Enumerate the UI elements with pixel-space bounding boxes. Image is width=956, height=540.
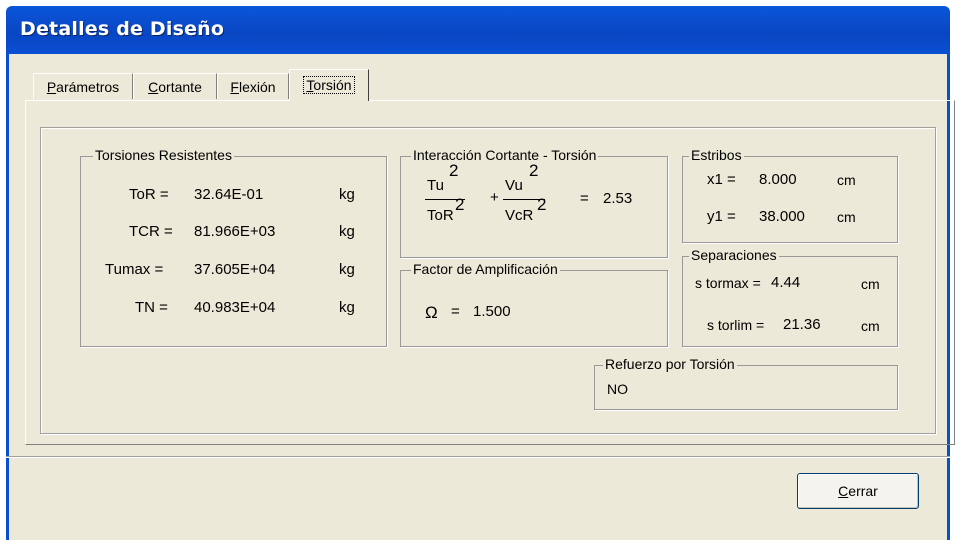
tab-label: lexión	[238, 79, 276, 95]
group-title: Interacción Cortante - Torsión	[411, 147, 599, 163]
tor-value: 32.64E-01	[194, 186, 264, 203]
s-tormax-value: 4.44	[771, 274, 801, 291]
tab-mnemonic: C	[148, 79, 159, 95]
tcr-label: TCR =	[129, 223, 173, 240]
s-torlim-unit: cm	[861, 318, 880, 334]
s-torlim-value: 21.36	[783, 316, 821, 333]
tab-label-focus: Torsión	[303, 76, 355, 94]
tcr-unit: kg	[339, 223, 355, 240]
tab-cortante[interactable]: Cortante	[133, 73, 217, 99]
button-label: errar	[848, 483, 878, 499]
title-bar[interactable]: Detalles de Diseño	[6, 6, 950, 54]
tumax-unit: kg	[339, 261, 355, 278]
tab-flexion[interactable]: Flexión	[217, 73, 289, 99]
s-torlim-label: s torlim =	[707, 317, 765, 333]
tn-label: TN =	[135, 299, 168, 316]
tab-mnemonic: P	[46, 79, 57, 95]
tab-parametros[interactable]: Parámetros	[33, 73, 133, 99]
tab-mnemonic: F	[230, 79, 239, 95]
group-title: Factor de Amplificación	[411, 261, 560, 277]
refuerzo-group: Refuerzo por Torsión NO	[594, 356, 898, 410]
formula-den1: ToR	[427, 207, 454, 224]
s-tormax-unit: cm	[861, 276, 880, 292]
y1-value: 38.000	[759, 208, 805, 225]
group-title: Refuerzo por Torsión	[603, 356, 737, 372]
y1-unit: cm	[837, 209, 856, 225]
factor-equals: =	[451, 303, 460, 320]
x1-unit: cm	[837, 172, 856, 188]
formula-num1: Tu	[427, 177, 444, 194]
tab-torsion[interactable]: Torsión	[289, 69, 369, 101]
tor-label: ToR =	[129, 186, 169, 203]
formula-exp1: 2	[449, 161, 459, 180]
y1-label: y1 =	[707, 208, 736, 225]
formula-plus: +	[490, 189, 499, 206]
separator	[6, 456, 950, 458]
window-title: Detalles de Diseño	[20, 18, 225, 40]
tcr-value: 81.966E+03	[194, 223, 276, 240]
formula-exp2: 2	[529, 161, 539, 180]
tab-label: ortante	[158, 79, 202, 95]
formula-equals: =	[580, 190, 589, 207]
formula-den2: VcR	[505, 207, 534, 224]
formula-exp-den2: 2	[537, 195, 547, 214]
tor-unit: kg	[339, 186, 355, 203]
tab-label: orsión	[313, 77, 352, 93]
factor-amplificacion-group: Factor de Amplificación Ω = 1.500	[400, 261, 668, 347]
x1-label: x1 =	[707, 171, 736, 188]
separaciones-group: Separaciones s tormax = 4.44 cm s torlim…	[682, 247, 898, 347]
group-title: Separaciones	[689, 247, 779, 263]
tn-unit: kg	[339, 299, 355, 316]
formula-exp-den1: 2	[455, 195, 465, 214]
tab-label: arámetros	[56, 79, 120, 95]
group-title: Estribos	[689, 147, 744, 163]
tumax-value: 37.605E+04	[194, 261, 276, 278]
torsiones-resistentes-group: Torsiones Resistentes ToR = 32.64E-01 kg…	[80, 147, 387, 347]
omega-symbol: Ω	[425, 303, 438, 322]
refuerzo-value: NO	[607, 381, 628, 397]
s-tormax-label: s tormax =	[695, 275, 761, 291]
formula-num2: Vu	[505, 177, 523, 194]
estribos-group: Estribos x1 = 8.000 cm y1 = 38.000 cm	[682, 147, 898, 243]
x1-value: 8.000	[759, 171, 797, 188]
interaccion-result: 2.53	[603, 190, 633, 207]
tn-value: 40.983E+04	[194, 299, 276, 316]
factor-value: 1.500	[473, 303, 511, 320]
button-mnemonic: C	[838, 483, 849, 499]
close-button[interactable]: Cerrar	[797, 473, 919, 509]
group-title: Torsiones Resistentes	[93, 147, 234, 163]
interaccion-group: Interacción Cortante - Torsión Tu 2 ToR …	[400, 147, 668, 258]
tumax-label: Tumax =	[105, 261, 164, 278]
